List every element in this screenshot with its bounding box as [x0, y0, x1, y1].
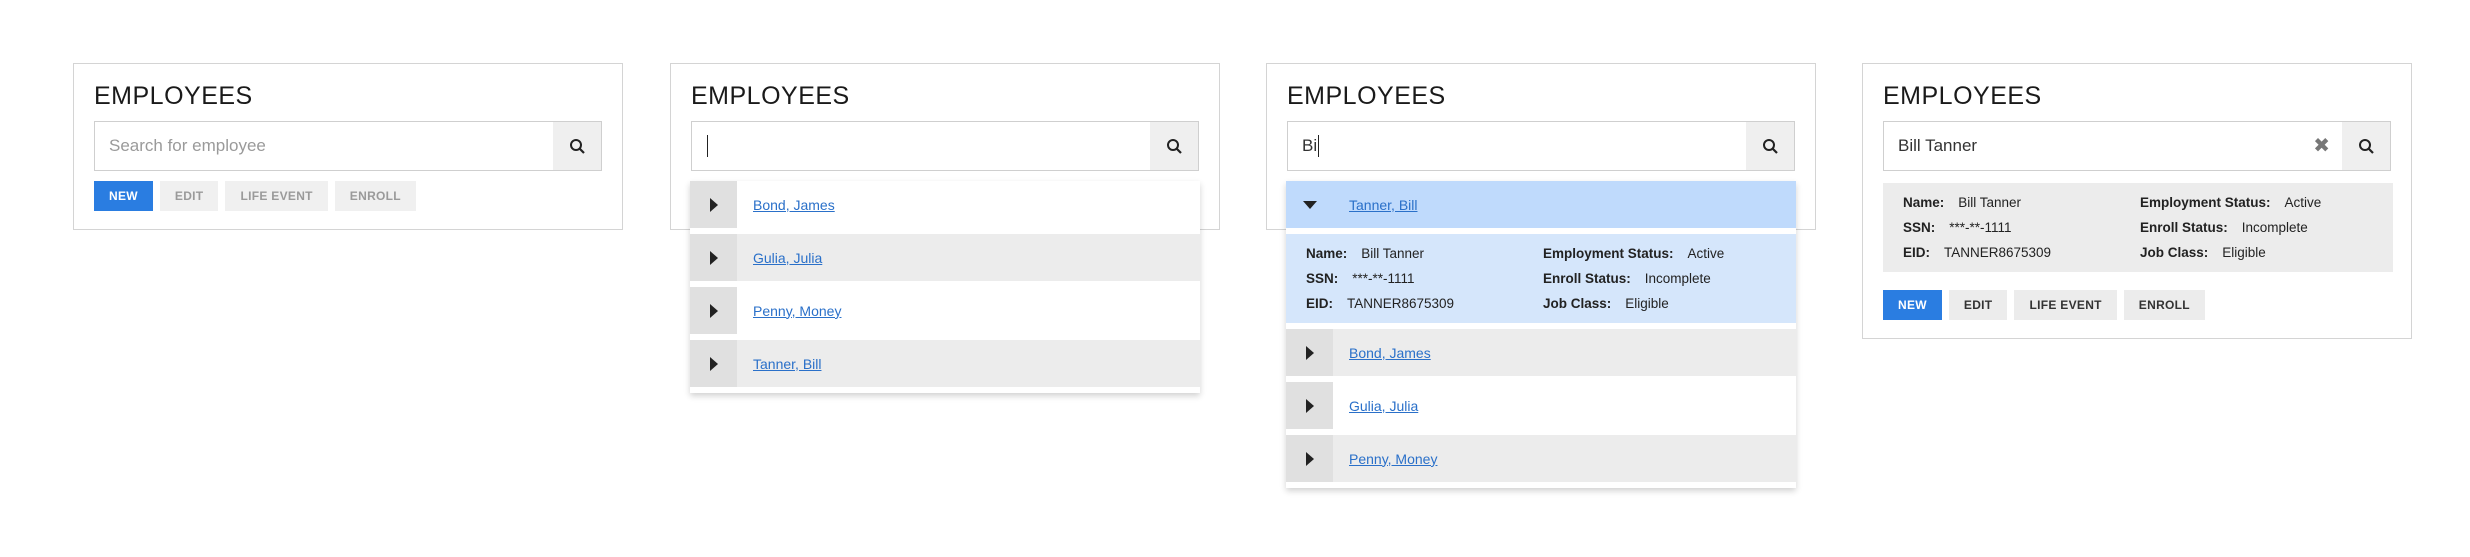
employment-status-value: Active [2284, 195, 2322, 210]
employee-details: Name: Bill Tanner Employment Status: Activ… [1883, 183, 2393, 272]
search-button[interactable] [1746, 122, 1794, 170]
employee-link[interactable]: Penny, Money [753, 303, 841, 319]
employee-link[interactable]: Penny, Money [1349, 451, 1437, 467]
employee-search [691, 121, 1199, 171]
collapse-arrow-icon [1302, 200, 1317, 209]
employee-link[interactable]: Tanner, Bill [753, 356, 821, 372]
search-icon [1762, 138, 1778, 154]
expand-arrow-icon [709, 303, 718, 318]
search-icon [569, 138, 585, 154]
employee-link[interactable]: Gulia, Julia [1349, 398, 1418, 414]
ssn-value: ***-**-1111 [1352, 271, 1415, 286]
employee-link[interactable]: Gulia, Julia [753, 250, 822, 266]
result-row[interactable]: Tanner, Bill [690, 340, 1200, 387]
expand-toggle[interactable] [690, 340, 737, 387]
life-event-button[interactable]: LIFE EVENT [225, 181, 328, 211]
employee-link[interactable]: Bond, James [1349, 345, 1431, 361]
ssn-label: SSN: [1306, 271, 1339, 286]
employees-panel-1: EMPLOYEES Search for employee NEW EDIT L… [73, 63, 623, 230]
search-icon [2358, 138, 2374, 154]
search-input[interactable]: Bi [1288, 122, 1747, 170]
enroll-status-label: Enroll Status: [2140, 220, 2228, 235]
search-input-value: Bi [1302, 136, 1318, 155]
job-class-label: Job Class: [1543, 296, 1612, 311]
employee-link[interactable]: Tanner, Bill [1349, 197, 1417, 213]
employment-status-value: Active [1687, 246, 1725, 261]
job-class-value: Eligible [2222, 245, 2266, 260]
enroll-button[interactable]: ENROLL [334, 181, 416, 211]
ssn-label: SSN: [1903, 220, 1936, 235]
employee-link[interactable]: Bond, James [753, 197, 835, 213]
expand-toggle[interactable] [690, 181, 737, 228]
collapse-toggle[interactable] [1286, 181, 1333, 228]
result-row-selected[interactable]: Tanner, Bill [1286, 181, 1796, 228]
result-row[interactable]: Bond, James [690, 181, 1200, 228]
result-row[interactable]: Gulia, Julia [690, 234, 1200, 281]
name-value: Bill Tanner [1361, 246, 1425, 261]
eid-label: EID: [1903, 245, 1930, 260]
expand-arrow-icon [1305, 398, 1314, 413]
job-class-label: Job Class: [2140, 245, 2209, 260]
text-caret [707, 135, 708, 157]
search-button[interactable] [2342, 122, 2390, 170]
name-label: Name: [1903, 195, 1945, 210]
expand-toggle[interactable] [1286, 329, 1333, 376]
edit-button[interactable]: EDIT [159, 181, 219, 211]
search-input[interactable] [692, 122, 1151, 170]
expand-arrow-icon [1305, 451, 1314, 466]
expand-arrow-icon [709, 356, 718, 371]
employee-search: Bill Tanner ✖ [1883, 121, 2391, 171]
result-row[interactable]: Penny, Money [690, 287, 1200, 334]
life-event-button[interactable]: LIFE EVENT [2014, 290, 2117, 320]
ssn-value: ***-**-1111 [1949, 220, 2012, 235]
employee-details: Name: Bill Tanner Employment Status: Activ… [1286, 234, 1796, 323]
employees-panel-4: EMPLOYEES Bill Tanner ✖ Name: Bill Tanner… [1862, 63, 2412, 339]
search-icon [1166, 138, 1182, 154]
new-button[interactable]: NEW [1883, 290, 1942, 320]
enroll-status-value: Incomplete [1644, 271, 1711, 286]
expand-arrow-icon [709, 250, 718, 265]
eid-label: EID: [1306, 296, 1333, 311]
panel-title: EMPLOYEES [1883, 82, 2042, 110]
search-results-dropdown: Tanner, Bill Name: Bill Tanner Employment… [1286, 181, 1796, 488]
enroll-status-label: Enroll Status: [1543, 271, 1631, 286]
action-bar: NEW EDIT LIFE EVENT ENROLL [1883, 290, 2205, 320]
result-row[interactable]: Bond, James [1286, 329, 1796, 376]
search-button[interactable] [553, 122, 601, 170]
enroll-button[interactable]: ENROLL [2123, 290, 2205, 320]
name-value: Bill Tanner [1958, 195, 2022, 210]
eid-value: TANNER8675309 [1347, 296, 1455, 311]
edit-button[interactable]: EDIT [1948, 290, 2008, 320]
result-row[interactable]: Penny, Money [1286, 435, 1796, 482]
new-button[interactable]: NEW [94, 181, 153, 211]
panel-title: EMPLOYEES [691, 82, 850, 110]
expand-toggle[interactable] [690, 234, 737, 281]
search-button[interactable] [1150, 122, 1198, 170]
search-input[interactable]: Search for employee [95, 122, 554, 170]
expand-arrow-icon [709, 197, 718, 212]
enroll-status-value: Incomplete [2241, 220, 2308, 235]
eid-value: TANNER8675309 [1944, 245, 2052, 260]
name-label: Name: [1306, 246, 1348, 261]
employment-status-label: Employment Status: [1543, 246, 1674, 261]
expand-toggle[interactable] [1286, 435, 1333, 482]
action-bar: NEW EDIT LIFE EVENT ENROLL [94, 181, 416, 211]
panel-title: EMPLOYEES [94, 82, 253, 110]
expand-arrow-icon [1305, 345, 1314, 360]
employment-status-label: Employment Status: [2140, 195, 2271, 210]
clear-icon[interactable]: ✖ [2313, 135, 2330, 157]
search-input[interactable]: Bill Tanner [1884, 122, 2343, 170]
employee-search: Search for employee [94, 121, 602, 171]
job-class-value: Eligible [1625, 296, 1669, 311]
expand-toggle[interactable] [690, 287, 737, 334]
search-results-dropdown: Bond, James Gulia, Julia Penny, Money Ta… [690, 181, 1200, 393]
panel-title: EMPLOYEES [1287, 82, 1446, 110]
employee-search: Bi [1287, 121, 1795, 171]
result-row[interactable]: Gulia, Julia [1286, 382, 1796, 429]
text-caret [1318, 135, 1320, 157]
expand-toggle[interactable] [1286, 382, 1333, 429]
